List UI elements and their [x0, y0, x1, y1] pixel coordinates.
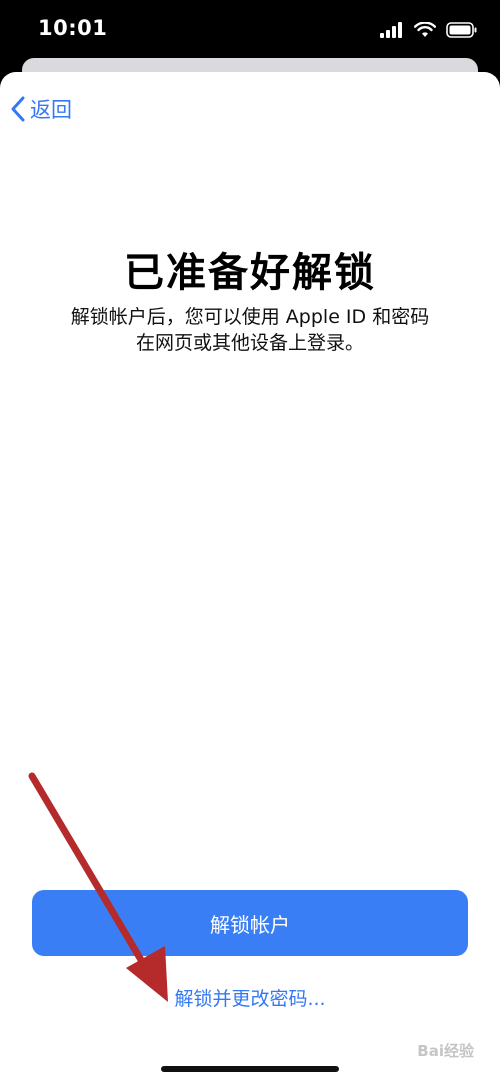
wifi-icon [414, 22, 436, 37]
cellular-signal-icon [380, 22, 402, 38]
page-description: 解锁帐户后，您可以使用 Apple ID 和密码 在网页或其他设备上登录。 [30, 304, 470, 356]
chevron-left-icon [11, 96, 25, 122]
back-button[interactable]: 返回 [10, 94, 72, 124]
back-label: 返回 [30, 98, 72, 122]
status-bar: 10:01 [0, 0, 500, 60]
unlock-account-label: 解锁帐户 [210, 912, 290, 937]
baidu-watermark: Bai经验 [417, 1042, 474, 1060]
description-line-1: 解锁帐户后，您可以使用 Apple ID 和密码 [70, 306, 430, 328]
battery-icon [446, 22, 477, 38]
unlock-and-change-password-link[interactable]: 解锁并更改密码... [0, 984, 500, 1011]
phone-screen: 10:01 返回 已准备好解锁 解锁帐户后，您可以使用 Apple ID 和密码… [0, 0, 500, 1082]
unlock-sheet: 返回 已准备好解锁 解锁帐户后，您可以使用 Apple ID 和密码 在网页或其… [0, 72, 500, 1082]
unlock-account-button[interactable]: 解锁帐户 [32, 890, 468, 956]
description-line-2: 在网页或其他设备上登录。 [135, 332, 364, 354]
page-title: 已准备好解锁 [124, 250, 376, 296]
status-icons [380, 20, 478, 40]
status-time: 10:01 [38, 16, 108, 40]
home-indicator [161, 1066, 339, 1072]
